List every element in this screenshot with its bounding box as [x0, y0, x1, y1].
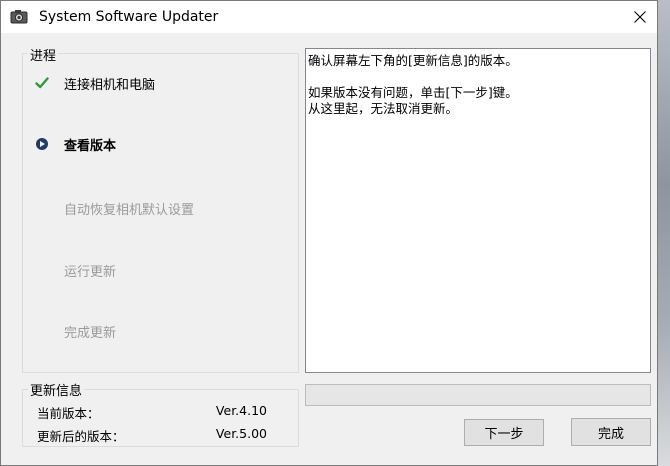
- window-title: System Software Updater: [39, 9, 219, 25]
- finish-button[interactable]: 完成: [571, 418, 651, 446]
- updater-window: System Software Updater 进程 连接相机和电脑 查看版本 …: [0, 0, 658, 466]
- checkmark-icon: [35, 75, 49, 89]
- current-version-value: Ver.4.10: [215, 403, 267, 418]
- camera-updater-icon: [10, 8, 28, 26]
- close-icon: [634, 11, 646, 23]
- info-text-box[interactable]: 确认屏幕左下角的[更新信息]的版本。 如果版本没有问题，单击[下一步]键。 从这…: [305, 48, 651, 373]
- title-bar[interactable]: System Software Updater: [1, 1, 657, 33]
- new-version-value: Ver.5.00: [215, 426, 267, 441]
- update-progress-bar: [305, 384, 651, 406]
- close-button[interactable]: [623, 1, 657, 33]
- new-version-label: 更新后的版本：: [37, 429, 125, 444]
- info-line: 确认屏幕左下角的[更新信息]的版本。: [308, 53, 518, 68]
- info-line: 如果版本没有问题，单击[下一步]键。: [308, 85, 518, 100]
- current-step-icon: [35, 136, 49, 150]
- desktop-background: [658, 0, 670, 466]
- step-restore-defaults: 自动恢复相机默认设置: [64, 203, 195, 218]
- info-line: 从这里起，无法取消更新。: [308, 101, 459, 116]
- next-button[interactable]: 下一步: [464, 419, 544, 446]
- step-check-version: 查看版本: [64, 139, 117, 154]
- update-info-label: 更新信息: [28, 380, 85, 399]
- step-connect-camera: 连接相机和电脑: [64, 78, 156, 93]
- current-version-label: 当前版本：: [37, 406, 100, 421]
- step-run-update: 运行更新: [64, 265, 117, 280]
- progress-group-label: 进程: [28, 45, 59, 64]
- step-complete-update: 完成更新: [64, 326, 117, 341]
